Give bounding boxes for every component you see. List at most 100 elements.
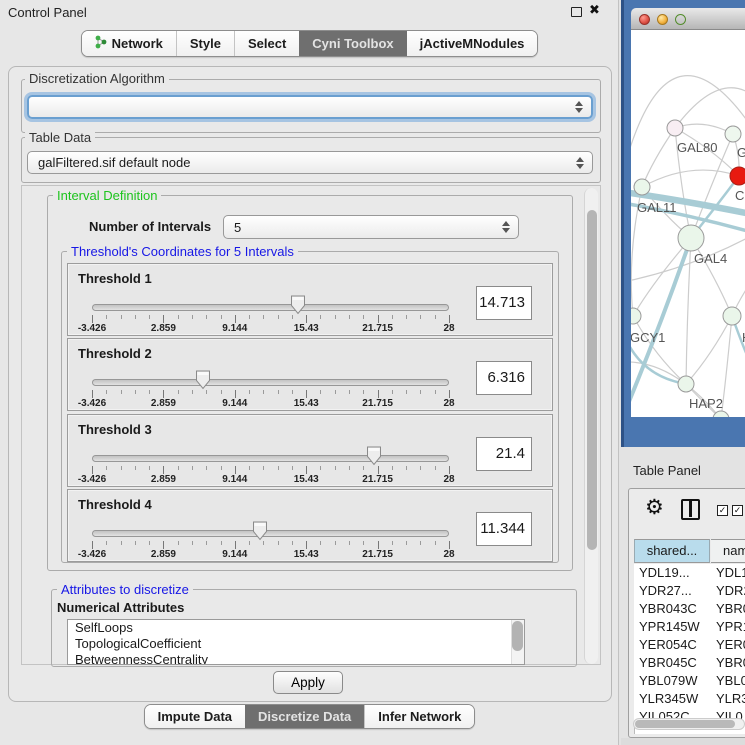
tab-jactivemnodules[interactable]: jActiveMNodules — [407, 31, 538, 56]
algorithm-combobox[interactable] — [27, 95, 593, 119]
network-node[interactable] — [678, 225, 704, 251]
threshold-value-field[interactable]: 14.713 — [476, 286, 532, 320]
tick-mark — [278, 390, 279, 394]
threshold-label: Threshold 4 — [78, 497, 152, 512]
tick-mark — [121, 315, 122, 319]
tab-style[interactable]: Style — [176, 31, 234, 56]
slider-track[interactable] — [92, 530, 449, 537]
network-node[interactable] — [631, 308, 641, 324]
checkbox-icon[interactable]: ✓ — [717, 505, 728, 516]
network-node[interactable] — [678, 376, 694, 392]
network-edge[interactable] — [686, 238, 691, 384]
numerical-attributes-list[interactable]: SelfLoopsTopologicalCoefficientBetweenne… — [67, 619, 525, 665]
gear-icon[interactable]: ⚙ — [645, 495, 664, 520]
tick-mark — [206, 315, 207, 319]
zoom-traffic-light-icon[interactable] — [675, 14, 686, 25]
tab-cyni-toolbox[interactable]: Cyni Toolbox — [299, 31, 406, 56]
list-item[interactable]: BetweennessCentrality — [68, 652, 524, 665]
network-node[interactable] — [723, 307, 741, 325]
table-data-title: Table Data — [25, 130, 95, 145]
tick-mark — [335, 390, 336, 394]
apply-button[interactable]: Apply — [273, 671, 343, 694]
tab-discretize-data[interactable]: Discretize Data — [245, 705, 364, 728]
network-edge[interactable] — [675, 88, 745, 128]
list-item[interactable]: TopologicalCoefficient — [68, 636, 524, 652]
tab-select[interactable]: Select — [234, 31, 299, 56]
tab-impute-data[interactable]: Impute Data — [145, 705, 245, 728]
slider-track[interactable] — [92, 455, 449, 462]
threshold-value-field[interactable]: 21.4 — [476, 437, 532, 471]
network-node[interactable] — [725, 126, 741, 142]
tick-mark — [192, 541, 193, 545]
tick-mark — [206, 466, 207, 470]
network-window-titlebar[interactable] — [631, 8, 745, 30]
network-node[interactable] — [730, 167, 745, 185]
list-scrollbar[interactable] — [511, 620, 524, 664]
list-item[interactable]: SelfLoops — [68, 620, 524, 636]
horizontal-scrollbar[interactable] — [633, 718, 745, 730]
tick-label: 21.715 — [348, 474, 408, 485]
network-node[interactable] — [634, 179, 650, 195]
tick-mark — [121, 390, 122, 394]
tab-infer-network[interactable]: Infer Network — [364, 705, 474, 728]
slider-handle[interactable] — [290, 295, 306, 320]
tick-mark — [449, 466, 450, 474]
tick-mark — [320, 390, 321, 394]
close-traffic-light-icon[interactable] — [639, 14, 650, 25]
tick-mark — [320, 315, 321, 319]
scrollbar-thumb[interactable] — [587, 210, 597, 550]
column-header-name[interactable]: name — [711, 539, 745, 563]
table-row[interactable]: YLR345WYLR3 — [634, 690, 745, 708]
tick-mark — [192, 466, 193, 470]
tick-mark — [192, 315, 193, 319]
close-icon[interactable]: ✖ — [589, 2, 600, 18]
tick-mark — [235, 466, 236, 474]
network-edge[interactable] — [631, 76, 745, 172]
table-row[interactable]: YDL19...YDL1 — [634, 564, 745, 582]
tick-label: 2.859 — [133, 474, 193, 485]
network-edge[interactable] — [633, 238, 691, 316]
table-row[interactable]: YBR045CYBR0 — [634, 654, 745, 672]
vertical-scrollbar[interactable] — [584, 188, 598, 664]
tick-mark — [363, 541, 364, 545]
slider-track[interactable] — [92, 304, 449, 311]
table-row[interactable]: YBR043CYBR0 — [634, 600, 745, 618]
slider-handle[interactable] — [252, 521, 268, 546]
node-label: GAL4 — [694, 251, 727, 266]
checkbox-icon[interactable]: ✓ — [732, 505, 743, 516]
tab-network[interactable]: Network — [82, 31, 176, 56]
column-header-shared[interactable]: shared... — [634, 539, 710, 563]
table-row[interactable]: YDR27...YDR2 — [634, 582, 745, 600]
tick-mark — [349, 390, 350, 394]
network-canvas[interactable]: GAL80GACGAL11GAL4GCY1HHAP2 — [631, 30, 745, 417]
minimize-traffic-light-icon[interactable] — [657, 14, 668, 25]
threshold-row: Threshold 3-3.4262.8599.14415.4321.71528… — [67, 414, 553, 487]
float-window-icon[interactable] — [571, 7, 582, 17]
tick-label: 21.715 — [348, 323, 408, 334]
num-intervals-combobox[interactable]: 5 — [223, 215, 519, 239]
tick-mark — [263, 315, 264, 319]
table-data-value: galFiltered.sif default node — [38, 155, 190, 170]
network-edge[interactable] — [642, 128, 675, 187]
table-row[interactable]: YBL079WYBL0 — [634, 672, 745, 690]
table-row[interactable]: YER054CYER0 — [634, 636, 745, 654]
tick-mark — [392, 541, 393, 545]
tick-mark — [278, 466, 279, 470]
tick-mark — [121, 541, 122, 545]
split-view-icon[interactable] — [681, 499, 700, 520]
scrollbar-thumb[interactable] — [635, 720, 735, 728]
table-data-combobox[interactable]: galFiltered.sif default node — [27, 151, 593, 174]
slider-handle[interactable] — [195, 370, 211, 395]
threshold-value-field[interactable]: 6.316 — [476, 361, 532, 395]
tick-mark — [149, 541, 150, 545]
network-node[interactable] — [667, 120, 683, 136]
network-edge[interactable] — [642, 170, 739, 187]
network-edge[interactable] — [686, 316, 732, 384]
slider-handle[interactable] — [366, 446, 382, 471]
slider-track[interactable] — [92, 379, 449, 386]
threshold-value-field[interactable]: 11.344 — [476, 512, 532, 546]
table-row[interactable]: YPR145WYPR1 — [634, 618, 745, 636]
table-cell: YDR27... — [639, 582, 692, 600]
network-window[interactable]: GAL80GACGAL11GAL4GCY1HHAP2 — [621, 0, 745, 447]
list-scrollbar-thumb[interactable] — [512, 621, 523, 651]
